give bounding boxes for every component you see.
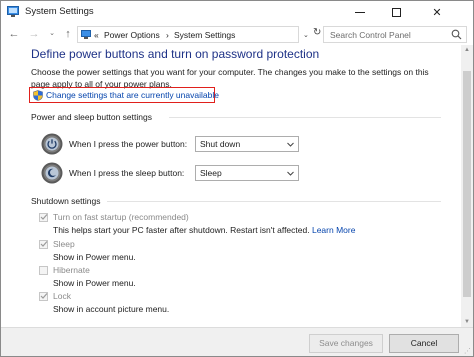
chevron-down-icon	[287, 142, 294, 147]
shutdown-section-heading: Shutdown settings	[31, 196, 101, 206]
control-panel-icon	[81, 30, 91, 39]
power-button-icon	[41, 133, 63, 155]
breadcrumb-separator[interactable]: ›	[166, 30, 169, 40]
checkmark-icon	[40, 293, 48, 299]
power-button-label: When I press the power button:	[69, 139, 188, 149]
lock-option-label: Lock	[53, 291, 71, 301]
sleep-button-select[interactable]: Sleep	[195, 165, 299, 181]
lock-option-description: Show in account picture menu.	[53, 304, 170, 314]
minimize-button[interactable]	[343, 1, 377, 23]
up-arrow-icon[interactable]: ↑	[61, 27, 75, 41]
scroll-down-icon[interactable]: ▼	[464, 319, 470, 325]
breadcrumb-overflow[interactable]: «	[94, 30, 99, 40]
sleep-option-description: Show in Power menu.	[53, 252, 136, 262]
address-bar[interactable]: « Power Options › System Settings	[77, 26, 299, 43]
sleep-checkbox[interactable]	[39, 240, 48, 249]
forward-arrow-icon[interactable]: →	[27, 27, 41, 41]
scroll-up-icon[interactable]: ▲	[464, 47, 470, 53]
main-content: Define power buttons and turn on passwor…	[1, 45, 461, 327]
breadcrumb-power-options[interactable]: Power Options	[104, 30, 160, 40]
power-button-select[interactable]: Shut down	[195, 136, 299, 152]
minimize-icon	[355, 11, 365, 13]
learn-more-link[interactable]: Learn More	[312, 225, 355, 235]
section-divider	[107, 201, 441, 202]
resize-grip-icon[interactable]: ⋰	[464, 347, 471, 355]
vertical-scrollbar[interactable]: ▲ ▼	[461, 45, 473, 327]
address-dropdown-icon[interactable]: ⌄	[303, 31, 309, 39]
close-button[interactable]: ✕	[415, 1, 459, 23]
recent-locations-chevron-icon[interactable]: ⌄	[45, 27, 59, 41]
maximize-icon	[391, 7, 401, 17]
cancel-button[interactable]: Cancel	[389, 334, 459, 353]
sleep-button-icon	[41, 162, 63, 184]
hibernate-option-description: Show in Power menu.	[53, 278, 136, 288]
maximize-button[interactable]	[379, 1, 413, 23]
power-sleep-section-heading: Power and sleep button settings	[31, 112, 152, 122]
chevron-down-icon	[287, 171, 294, 176]
change-settings-link[interactable]: Change settings that are currently unava…	[46, 90, 219, 100]
fast-startup-label: Turn on fast startup (recommended)	[53, 212, 189, 222]
sleep-button-label: When I press the sleep button:	[69, 168, 185, 178]
fast-startup-description-text: This helps start your PC faster after sh…	[53, 225, 310, 235]
change-settings-highlight: Change settings that are currently unava…	[29, 87, 219, 103]
fast-startup-description: This helps start your PC faster after sh…	[53, 225, 355, 235]
back-arrow-icon[interactable]: ←	[7, 27, 21, 41]
search-input[interactable]: Search Control Panel	[323, 26, 467, 43]
footer-bar: Save changes Cancel ⋰	[1, 327, 473, 356]
checkmark-icon	[40, 214, 48, 220]
section-divider	[169, 117, 441, 118]
breadcrumb-system-settings[interactable]: System Settings	[174, 30, 235, 40]
scrollbar-thumb[interactable]	[463, 71, 471, 297]
checkmark-icon	[40, 241, 48, 247]
search-icon	[451, 29, 462, 40]
sleep-button-value: Sleep	[200, 168, 222, 178]
address-bar-row: ← → ⌄ ↑ « Power Options › System Setting…	[1, 23, 473, 45]
uac-shield-icon	[33, 90, 43, 101]
hibernate-option-label: Hibernate	[53, 265, 90, 275]
lock-checkbox[interactable]	[39, 292, 48, 301]
refresh-icon[interactable]: ↻	[313, 27, 321, 38]
fast-startup-checkbox[interactable]	[39, 213, 48, 222]
hibernate-checkbox[interactable]	[39, 266, 48, 275]
power-button-value: Shut down	[200, 139, 241, 149]
page-title: Define power buttons and turn on passwor…	[31, 47, 320, 61]
sleep-option-label: Sleep	[53, 239, 75, 249]
window-title: System Settings	[25, 6, 94, 17]
close-icon: ✕	[432, 6, 442, 19]
title-bar: System Settings ✕	[1, 1, 473, 23]
system-settings-window: System Settings ✕ ← → ⌄ ↑ « Power Option…	[0, 0, 474, 357]
control-panel-icon	[7, 6, 19, 17]
search-placeholder: Search Control Panel	[330, 30, 411, 40]
save-changes-button[interactable]: Save changes	[309, 334, 383, 353]
